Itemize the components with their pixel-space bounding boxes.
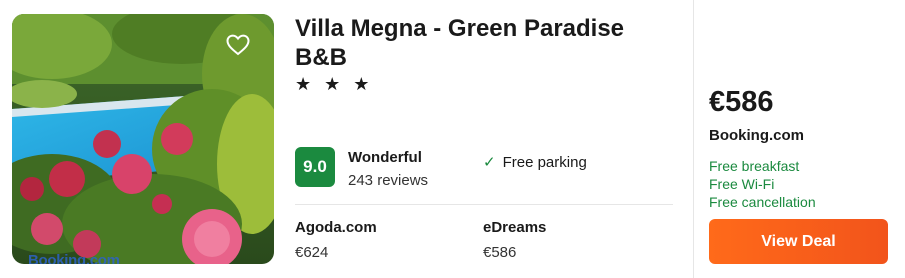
offer-provider-agoda[interactable]: Agoda.com <box>295 219 377 236</box>
rating-label: Wonderful <box>348 149 422 166</box>
perk-free-breakfast: Free breakfast <box>709 158 800 174</box>
offer-provider-edreams[interactable]: eDreams <box>483 219 546 236</box>
heart-outline-icon <box>226 34 250 56</box>
amenity-free-parking: ✓ Free parking <box>483 153 587 172</box>
photo-watermark: Booking.com <box>28 252 120 264</box>
column-divider <box>693 0 694 278</box>
offer-price-agoda[interactable]: €624 <box>295 244 328 261</box>
check-icon: ✓ <box>483 154 496 171</box>
perk-free-cancellation: Free cancellation <box>709 194 816 210</box>
divider <box>295 204 673 205</box>
favorite-button[interactable] <box>221 28 255 62</box>
best-price-provider: Booking.com <box>709 127 805 144</box>
review-count[interactable]: 243 reviews <box>348 172 428 189</box>
hotel-star-rating: ★ ★ ★ <box>295 74 374 94</box>
hotel-result-card: Booking.com Villa Megna - Green Paradise… <box>0 0 905 278</box>
amenity-label: Free parking <box>502 153 587 171</box>
deal-perks: Free breakfast Free Wi-Fi Free cancellat… <box>709 157 816 211</box>
perk-free-wifi: Free Wi-Fi <box>709 176 775 192</box>
best-price: €586 <box>709 86 774 118</box>
review-score-badge: 9.0 <box>295 147 335 187</box>
view-deal-button[interactable]: View Deal <box>709 219 888 264</box>
hotel-name[interactable]: Villa Megna - Green Paradise B&B <box>295 14 675 72</box>
offer-price-edreams[interactable]: €586 <box>483 244 516 261</box>
